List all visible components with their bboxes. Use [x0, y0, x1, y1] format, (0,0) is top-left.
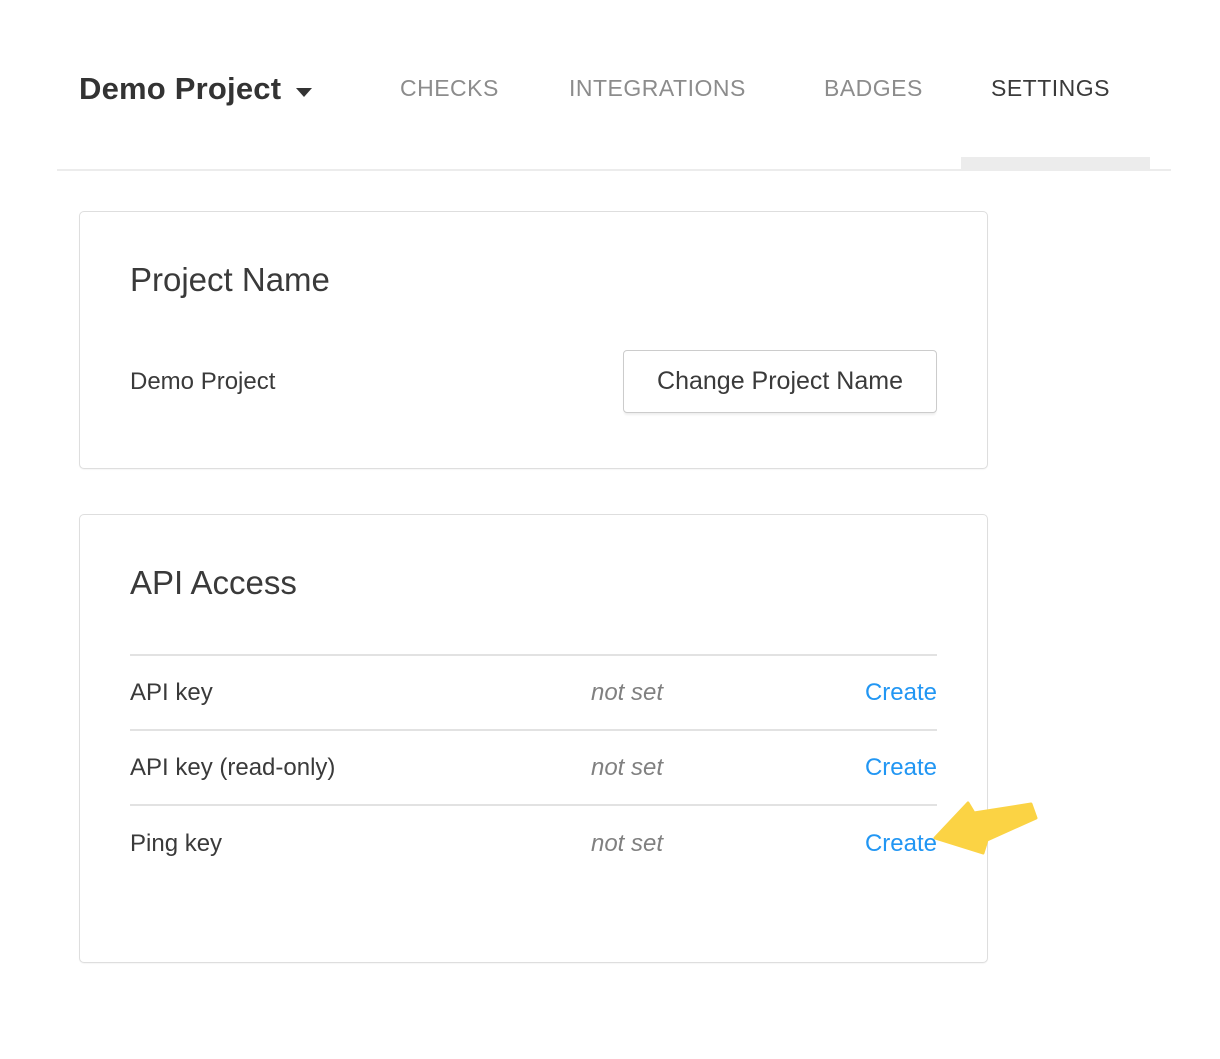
api-key-readonly-value: not set [562, 754, 692, 782]
api-keys-table: API key not set Create API key (read-onl… [130, 654, 937, 881]
api-key-label: API key [130, 679, 562, 707]
change-project-name-button[interactable]: Change Project Name [623, 350, 937, 413]
header-divider [57, 169, 1171, 171]
project-name-row: Demo Project Change Project Name [130, 350, 937, 413]
project-name-card-title: Project Name [130, 260, 937, 300]
create-readonly-api-key-link[interactable]: Create [865, 754, 937, 782]
table-row-api-key-readonly: API key (read-only) not set Create [130, 731, 937, 806]
table-row-api-key: API key not set Create [130, 656, 937, 731]
active-tab-indicator [961, 157, 1150, 169]
tab-badges[interactable]: BADGES [824, 77, 923, 100]
project-name-value: Demo Project [130, 368, 275, 396]
project-switcher[interactable]: Demo Project [79, 71, 312, 107]
api-key-readonly-label: API key (read-only) [130, 754, 562, 782]
table-row-ping-key: Ping key not set Create [130, 806, 937, 881]
tab-settings[interactable]: SETTINGS [991, 77, 1110, 100]
ping-key-value: not set [562, 830, 692, 858]
create-ping-key-link[interactable]: Create [865, 830, 937, 858]
api-access-card-title: API Access [130, 563, 937, 603]
tab-integrations[interactable]: INTEGRATIONS [569, 77, 746, 100]
project-name-card: Project Name Demo Project Change Project… [79, 211, 988, 469]
create-api-key-link[interactable]: Create [865, 679, 937, 707]
tab-checks[interactable]: CHECKS [400, 77, 499, 100]
chevron-down-icon [296, 88, 312, 97]
project-settings-page: Demo Project CHECKS INTEGRATIONS BADGES … [0, 0, 1220, 1059]
project-title: Demo Project [79, 71, 281, 107]
api-key-value: not set [562, 679, 692, 707]
ping-key-label: Ping key [130, 830, 562, 858]
api-access-card: API Access API key not set Create API ke… [79, 514, 988, 963]
